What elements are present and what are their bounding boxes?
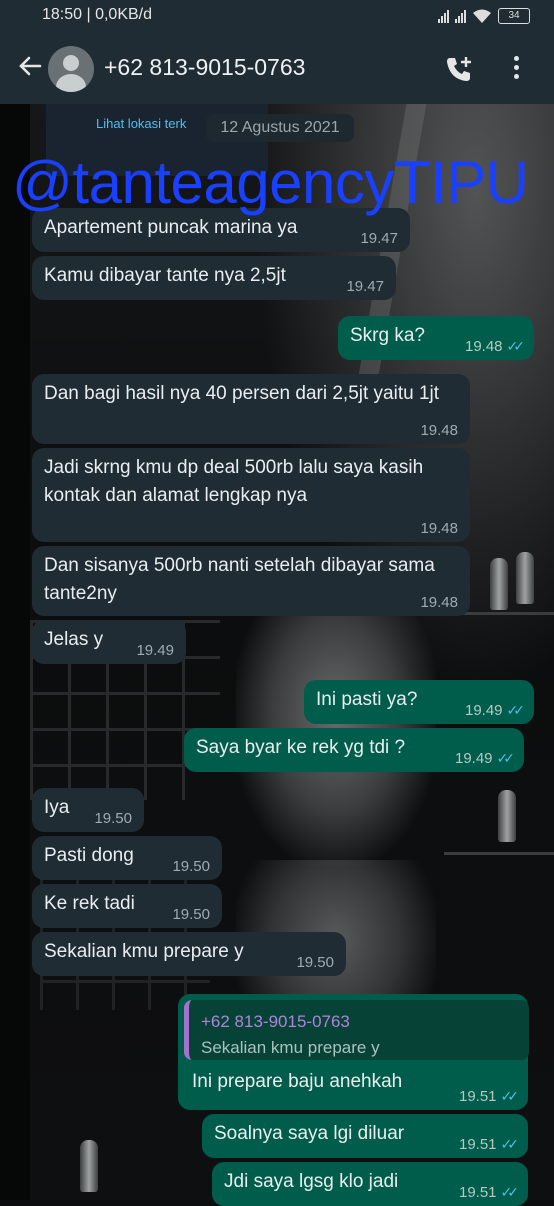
message-text: Kamu dibayar tante nya 2,5jt: [44, 265, 286, 286]
read-ticks-icon: ✓✓: [500, 1088, 520, 1104]
message-meta: 19.49 ✓✓: [454, 749, 516, 768]
message-text: Jdi saya lgsg klo jadi: [224, 1171, 399, 1192]
signal-icon: [455, 9, 466, 23]
status-indicators: 34: [438, 8, 530, 24]
watermark: @tanteagencyTIPU: [12, 149, 529, 216]
wallpaper-bottle: [516, 552, 534, 604]
message-meta: 19.48 ✓✓: [464, 337, 526, 356]
wallpaper-bottle: [490, 558, 508, 610]
message-bubble-outgoing[interactable]: +62 813-9015-0763 Sekalian kmu prepare y…: [178, 994, 529, 1110]
message-time: 19.49: [464, 702, 503, 719]
status-bar: 18:50 | 0,0KB/d 34: [0, 0, 554, 34]
quoted-text: Sekalian kmu prepare y: [201, 1038, 380, 1057]
message-text: Skrg ka?: [350, 325, 425, 346]
battery-icon: 34: [498, 8, 530, 24]
message-time: 19.51: [458, 1184, 497, 1201]
contact-name[interactable]: +62 813-9015-0763: [104, 54, 305, 81]
quoted-message[interactable]: +62 813-9015-0763 Sekalian kmu prepare y: [184, 1000, 529, 1060]
message-bubble-incoming[interactable]: Iya 19.50: [32, 788, 144, 832]
message-meta: 19.49 ✓✓: [464, 701, 526, 720]
message-text: Ke rek tadi: [44, 893, 135, 914]
message-text: Jelas y: [44, 629, 104, 650]
wallpaper-shelf: [444, 852, 554, 855]
message-time: 19.50: [296, 954, 334, 971]
message-time: 19.50: [172, 858, 210, 875]
message-meta: 19.51 ✓✓: [458, 1087, 520, 1106]
message-time: 19.48: [420, 422, 458, 439]
message-text: Jadi skrng kmu dp deal 500rb lalu saya k…: [44, 457, 424, 506]
message-bubble-outgoing[interactable]: Ini pasti ya? 19.49 ✓✓: [304, 680, 534, 724]
message-bubble-outgoing[interactable]: Skrg ka? 19.48 ✓✓: [338, 316, 534, 360]
message-time: 19.50: [172, 906, 210, 923]
read-ticks-icon: ✓✓: [506, 338, 526, 354]
location-link[interactable]: Lihat lokasi terk: [96, 116, 186, 131]
message-bubble-incoming[interactable]: Dan sisanya 500rb nanti setelah dibayar …: [32, 546, 470, 616]
message-text: Saya byar ke rek yg tdi ?: [196, 737, 406, 758]
message-text: Dan bagi hasil nya 40 persen dari 2,5jt …: [44, 383, 440, 404]
avatar[interactable]: [48, 46, 94, 92]
message-meta: 19.51 ✓✓: [458, 1135, 520, 1154]
message-bubble-incoming[interactable]: Kamu dibayar tante nya 2,5jt 19.47: [32, 256, 396, 300]
read-ticks-icon: ✓✓: [506, 702, 526, 718]
message-text: Sekalian kmu prepare y: [44, 941, 244, 962]
quoted-sender: +62 813-9015-0763: [201, 1012, 350, 1031]
message-meta: 19.51 ✓✓: [458, 1183, 520, 1202]
message-time: 19.51: [458, 1136, 497, 1153]
message-bubble-incoming[interactable]: Jelas y 19.49: [32, 620, 186, 664]
message-bubble-incoming[interactable]: Sekalian kmu prepare y 19.50: [32, 932, 346, 976]
message-time: 19.48: [464, 338, 503, 355]
wallpaper-bottle: [498, 790, 516, 842]
message-bubble-incoming[interactable]: Jadi skrng kmu dp deal 500rb lalu saya k…: [32, 448, 470, 542]
message-time: 19.49: [454, 750, 493, 767]
date-chip: 12 Agustus 2021: [206, 114, 354, 142]
overflow-menu-icon[interactable]: [508, 56, 524, 82]
message-time: 19.51: [458, 1088, 497, 1105]
wallpaper-bottle: [80, 1140, 98, 1192]
wifi-icon: [473, 9, 491, 23]
message-text: Iya: [44, 797, 70, 818]
read-ticks-icon: ✓✓: [500, 1136, 520, 1152]
message-text: Soalnya saya lgi diluar: [214, 1123, 405, 1144]
status-time: 18:50 | 0,0KB/d: [42, 6, 153, 23]
chat-header: +62 813-9015-0763: [0, 34, 554, 104]
message-bubble-incoming[interactable]: Ke rek tadi 19.50: [32, 884, 222, 928]
message-bubble-outgoing[interactable]: Saya byar ke rek yg tdi ? 19.49 ✓✓: [184, 728, 524, 772]
back-arrow-icon[interactable]: [16, 52, 44, 80]
message-text: Ini pasti ya?: [316, 689, 418, 710]
signal-icon: [438, 9, 449, 23]
read-ticks-icon: ✓✓: [500, 1184, 520, 1200]
message-text: Pasti dong: [44, 845, 134, 866]
message-time: 19.47: [346, 278, 384, 295]
message-bubble-outgoing[interactable]: Soalnya saya lgi diluar 19.51 ✓✓: [202, 1114, 528, 1158]
add-call-icon[interactable]: [444, 54, 474, 84]
message-time: 19.49: [136, 642, 174, 659]
message-time: 19.47: [360, 230, 398, 247]
message-time: 19.48: [420, 520, 458, 537]
chat-wallpaper-edge: [0, 104, 30, 1200]
message-text: Dan sisanya 500rb nanti setelah dibayar …: [44, 555, 435, 604]
message-time: 19.50: [94, 810, 132, 827]
read-ticks-icon: ✓✓: [496, 750, 516, 766]
message-bubble-incoming[interactable]: Pasti dong 19.50: [32, 836, 222, 880]
message-time: 19.48: [420, 594, 458, 611]
message-text: Ini prepare baju anehkah: [192, 1071, 403, 1092]
message-text: Apartement puncak marina ya: [44, 217, 298, 238]
message-bubble-incoming[interactable]: Dan bagi hasil nya 40 persen dari 2,5jt …: [32, 374, 470, 444]
message-bubble-outgoing[interactable]: Jdi saya lgsg klo jadi 19.51 ✓✓: [212, 1162, 528, 1206]
